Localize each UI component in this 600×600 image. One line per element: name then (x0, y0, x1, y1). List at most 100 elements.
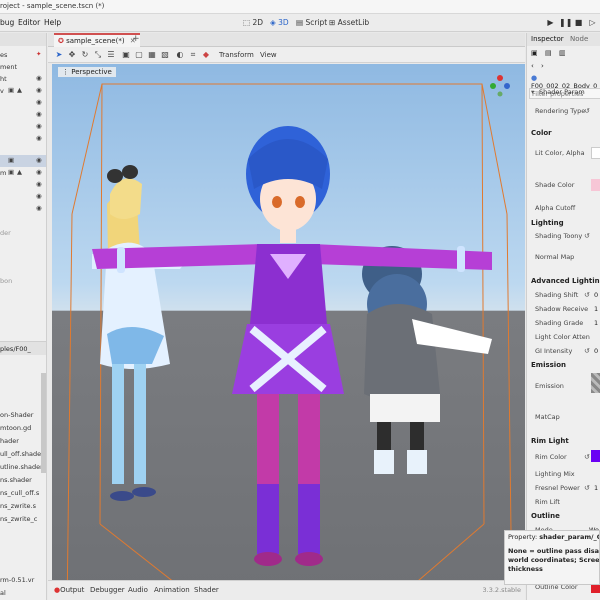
play-icon[interactable]: ▶ (545, 17, 556, 28)
scene-tab[interactable]: ✪ sample_scene(*) ✕ (54, 33, 140, 47)
visibility-eye-icon[interactable]: ◉ (36, 99, 43, 106)
mode-script-button[interactable]: ▤ Script (296, 18, 327, 27)
reset-icon[interactable]: ↺ (584, 347, 590, 355)
visibility-eye-icon[interactable]: ◉ (36, 157, 43, 164)
prop-value[interactable]: 1 (594, 305, 598, 313)
prop-value[interactable]: 0 (594, 291, 598, 299)
view-menu[interactable]: View (260, 51, 277, 59)
move-tool-icon[interactable]: ✥ (67, 50, 77, 60)
prop-emission[interactable]: Emission (527, 373, 600, 393)
animation-tab[interactable]: Animation (154, 586, 190, 594)
menu-editor[interactable]: Editor (18, 18, 40, 27)
file-list-item[interactable]: mtoon.gd (0, 422, 46, 434)
visibility-eye-icon[interactable]: ◉ (36, 123, 43, 130)
visibility-eye-icon[interactable]: ◉ (36, 181, 43, 188)
file-list-item[interactable]: ns.shader (0, 474, 46, 486)
resource-path-field[interactable]: ● F00_002_02_Body_0 (531, 74, 600, 90)
unlock-icon[interactable]: ▢ (134, 50, 144, 60)
menu-help[interactable]: Help (44, 18, 61, 27)
prop-shading-shift[interactable]: Shading Shift ↺ 0 (527, 288, 600, 301)
mode-3d-button[interactable]: ◈ 3D (270, 18, 289, 27)
shader-param-section[interactable]: ▾ Shader Param (527, 87, 600, 100)
node-tab[interactable]: Node (570, 35, 588, 43)
audio-tab[interactable]: Audio (128, 586, 148, 594)
file-list-item[interactable]: hader (0, 435, 46, 447)
prop-fresnel-power[interactable]: Fresnel Power ↺ 1 (527, 481, 600, 494)
prop-alpha-cutoff[interactable]: Alpha Cutoff (527, 201, 600, 214)
emission-swatch[interactable] (591, 373, 600, 393)
output-tab[interactable]: ●Output (54, 586, 84, 594)
lock-icon[interactable]: ▣ (121, 50, 131, 60)
rotate-tool-icon[interactable]: ↻ (80, 50, 90, 60)
scene-tree-row[interactable]: ◉ (0, 203, 46, 215)
add-tab-icon[interactable]: + (132, 34, 140, 44)
visibility-eye-icon[interactable]: ◉ (36, 87, 43, 94)
reset-icon[interactable]: ↺ (584, 291, 590, 299)
script-icon[interactable]: ▣ (8, 157, 15, 164)
perspective-button[interactable]: ⋮ Perspective (58, 67, 116, 77)
scene-tree-row-selected[interactable]: ▣ ◉ (0, 155, 46, 167)
mode-2d-button[interactable]: ⬚ 2D (243, 18, 263, 27)
filesystem-path[interactable]: ples/F00_ (0, 345, 31, 353)
list-select-icon[interactable]: ☰ (106, 50, 116, 60)
prop-rendering-type[interactable]: Rendering Type ↺ (527, 104, 600, 117)
debugger-tab[interactable]: Debugger (90, 586, 125, 594)
file-list-item[interactable]: ns_zwrite_c (0, 513, 46, 525)
stop-icon[interactable]: ■ (573, 17, 584, 28)
visibility-eye-icon[interactable]: ◉ (36, 169, 43, 176)
scale-tool-icon[interactable]: ⤡ (93, 50, 103, 60)
visibility-eye-icon[interactable]: ◉ (36, 111, 43, 118)
scene-tree-row[interactable]: ◉ (0, 109, 46, 121)
prop-rim-lift[interactable]: Rim Lift (527, 495, 600, 508)
reset-icon[interactable]: ↺ (584, 232, 590, 240)
script-icon[interactable]: ▣ (8, 87, 15, 94)
prop-lit-color[interactable]: Lit Color, Alpha (527, 146, 600, 159)
scene-tree-row[interactable]: ◉ (0, 121, 46, 133)
prop-value[interactable]: 1 (594, 319, 598, 327)
visibility-eye-icon[interactable]: ◉ (36, 205, 43, 212)
menu-debug[interactable]: bug (0, 18, 14, 27)
prop-value[interactable]: 0 (594, 347, 598, 355)
scene-tree-row[interactable]: ◉ (0, 97, 46, 109)
load-resource-icon[interactable]: ▤ (545, 49, 552, 57)
file-list-item[interactable]: ull_off.shader (0, 448, 46, 460)
scene-tree-row[interactable]: ◉ (0, 191, 46, 203)
history-back-icon[interactable]: ‹ (531, 62, 534, 70)
scene-tree-row[interactable]: der (0, 227, 46, 239)
shade-color-swatch[interactable] (591, 179, 600, 191)
file-list-item[interactable]: ns_zwrite.s (0, 500, 46, 512)
prop-value[interactable]: 1 (594, 484, 598, 492)
prop-shading-toony[interactable]: Shading Toony ↺ (527, 229, 600, 242)
visibility-eye-icon[interactable]: ◉ (36, 193, 43, 200)
reset-icon[interactable]: ↺ (584, 484, 590, 492)
file-list-item[interactable]: on-Shader (0, 409, 46, 421)
file-list-item[interactable]: ns_cull_off.s (0, 487, 46, 499)
scene-tree-row[interactable]: ◉ (0, 179, 46, 191)
snap-icon[interactable]: ⌗ (188, 50, 198, 60)
filesystem-scrollbar[interactable] (41, 373, 46, 473)
node-group-icon[interactable]: ▲ (17, 169, 24, 176)
scene-tree-row[interactable]: es ✦ (0, 49, 46, 61)
transform-menu[interactable]: Transform (219, 51, 254, 59)
rim-color-swatch[interactable] (591, 450, 600, 462)
visibility-eye-icon[interactable]: ◉ (36, 135, 43, 142)
group-icon[interactable]: ▦ (147, 50, 157, 60)
scene-tree-row[interactable]: ht ◉ (0, 73, 46, 85)
prop-matcap[interactable]: MatCap (527, 410, 600, 423)
mode-assetlib-button[interactable]: ⊞ AssetLib (329, 18, 369, 27)
prop-light-color-atten[interactable]: Light Color Atten (527, 330, 600, 343)
prop-gi-intensity[interactable]: GI Intensity ↺ 0 (527, 344, 600, 357)
shader-tab[interactable]: Shader (194, 586, 219, 594)
reset-icon[interactable]: ↺ (584, 107, 590, 115)
history-forward-icon[interactable]: › (541, 62, 544, 70)
select-tool-icon[interactable]: ➤ (54, 50, 64, 60)
pause-icon[interactable]: ❚❚ (559, 17, 572, 28)
local-space-icon[interactable]: ◐ (175, 50, 185, 60)
node-group-icon[interactable]: ▲ (17, 87, 24, 94)
file-list-item[interactable]: rm-0.51.vr (0, 574, 46, 586)
new-resource-icon[interactable]: ▣ (531, 49, 538, 57)
file-list-item[interactable]: al (0, 587, 46, 599)
ungroup-icon[interactable]: ▧ (160, 50, 170, 60)
prop-shading-grade[interactable]: Shading Grade 1 (527, 316, 600, 329)
inspector-tab[interactable]: Inspector (531, 35, 564, 43)
